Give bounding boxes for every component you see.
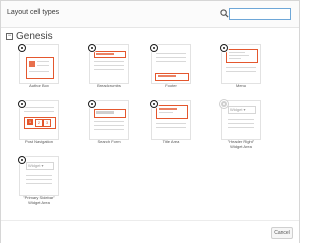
tile-author-box[interactable]: Author Box	[17, 43, 59, 88]
tile-label: Author Box	[29, 83, 49, 88]
cell-types-scroll-area[interactable]: − Genesis Author Box Breadcrumbs Footer …	[1, 28, 299, 220]
tile-label: Menu	[235, 83, 246, 88]
tile-search-form[interactable]: Search Form	[87, 99, 129, 144]
tile-label: Title Area	[162, 139, 180, 144]
page-number: 2	[35, 119, 43, 127]
tile-label: Breadcrumbs	[97, 83, 121, 88]
tile-post-navigation[interactable]: 2 3 1 Post Navigation	[17, 99, 59, 144]
dialog-footer: Cancel	[1, 220, 299, 243]
genesis-badge-icon	[87, 43, 97, 53]
genesis-badge-icon	[87, 99, 97, 109]
tile-breadcrumbs[interactable]: Breadcrumbs	[87, 43, 129, 88]
tile-title-area[interactable]: Title Area	[149, 99, 191, 144]
genesis-badge-icon	[17, 155, 27, 165]
tile-label: Footer	[165, 83, 177, 88]
tile-header-right-widget-area[interactable]: Widget ▾ "Header Right" Widget Area	[219, 99, 261, 149]
genesis-badge-icon	[17, 99, 27, 109]
tile-footer[interactable]: Footer	[149, 43, 191, 88]
genesis-badge-icon	[149, 43, 159, 53]
widget-area-badge-icon	[219, 99, 229, 109]
collapse-toggle[interactable]: −	[6, 33, 13, 40]
search-input[interactable]	[229, 8, 291, 20]
page-number: 1	[28, 119, 32, 124]
genesis-badge-icon	[219, 43, 229, 53]
tile-label: "Primary Sidebar" Widget Area	[23, 195, 55, 205]
tile-label: Search Form	[97, 139, 121, 144]
tile-label: Post Navigation	[24, 139, 53, 144]
widget-dropdown-label: Widget ▾	[230, 107, 246, 112]
group-label: Genesis	[16, 31, 53, 42]
search-icon	[220, 9, 229, 18]
widget-dropdown-label: Widget ▾	[28, 163, 44, 168]
cancel-button[interactable]: Cancel	[271, 227, 293, 239]
genesis-group-header[interactable]: − Genesis	[6, 31, 53, 42]
tile-menu[interactable]: Menu	[219, 43, 261, 88]
tile-label: "Header Right" Widget Area	[227, 139, 255, 149]
genesis-badge-icon	[149, 99, 159, 109]
cell-types-grid: Author Box Breadcrumbs Footer Menu 2 3 1…	[1, 42, 299, 220]
dialog-header: Layout cell types	[1, 1, 299, 28]
dialog-title: Layout cell types	[7, 9, 60, 16]
tile-primary-sidebar-widget-area[interactable]: Widget ▾ "Primary Sidebar" Widget Area	[17, 155, 59, 205]
layout-cell-types-dialog: Layout cell types − Genesis Author Box B…	[0, 0, 300, 243]
genesis-badge-icon	[17, 43, 27, 53]
page-number: 3	[43, 119, 51, 127]
